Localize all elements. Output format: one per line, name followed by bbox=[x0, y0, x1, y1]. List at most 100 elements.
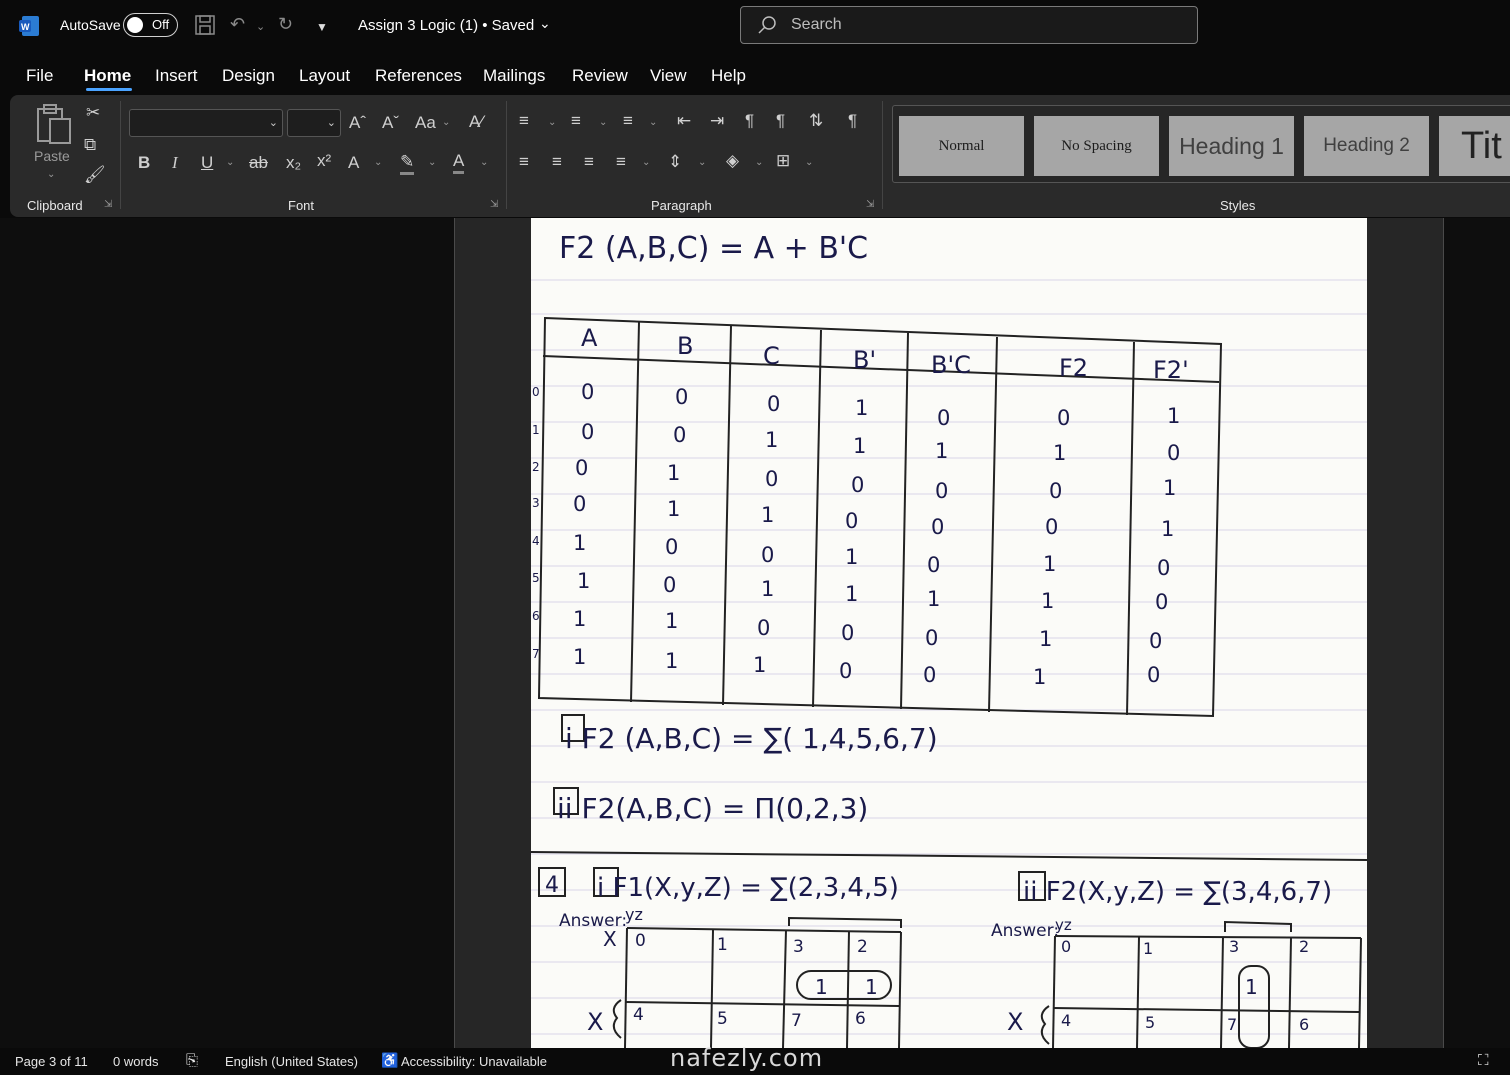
paragraph-launcher-icon[interactable]: ⇲ bbox=[866, 199, 874, 210]
cell: 1 bbox=[765, 428, 778, 452]
font-color-dropdown-icon[interactable]: ⌄ bbox=[480, 157, 488, 168]
text-effects-icon[interactable]: A bbox=[348, 153, 359, 173]
tab-references[interactable]: References bbox=[375, 66, 462, 86]
highlight-icon[interactable]: ✎ bbox=[400, 152, 415, 175]
show-formatting-icon[interactable]: ¶ bbox=[848, 111, 857, 131]
cell: 0 bbox=[581, 380, 594, 404]
clear-formatting-icon[interactable]: A⁄ bbox=[469, 112, 483, 132]
paste-label[interactable]: Paste bbox=[34, 148, 70, 164]
document-page[interactable]: F2 (A,B,C) = A + B'C A B C B' B'C F2 F2'… bbox=[531, 218, 1367, 1048]
word-count[interactable]: 0 words bbox=[113, 1054, 159, 1069]
kmap2-grid bbox=[1040, 920, 1362, 1048]
active-tab-indicator bbox=[86, 88, 132, 91]
copy-icon[interactable]: ⧉ bbox=[84, 135, 96, 155]
shading-dropdown-icon[interactable]: ⌄ bbox=[755, 157, 763, 168]
tab-help[interactable]: Help bbox=[711, 66, 746, 86]
underline-dropdown-icon[interactable]: ⌄ bbox=[226, 157, 234, 168]
search-box[interactable]: Search bbox=[740, 6, 1198, 44]
style-title-label: Tit bbox=[1461, 124, 1502, 167]
cell: 1 bbox=[665, 649, 678, 673]
tab-view[interactable]: View bbox=[650, 66, 687, 86]
numbering-dropdown-icon[interactable]: ⌄ bbox=[599, 117, 607, 128]
multilevel-list-icon[interactable]: ≡ bbox=[623, 111, 633, 131]
tab-home[interactable]: Home bbox=[84, 66, 131, 86]
save-icon[interactable] bbox=[194, 14, 216, 36]
focus-mode-icon[interactable]: ⛶ bbox=[1478, 1052, 1489, 1069]
paragraph-group-label: Paragraph bbox=[651, 198, 712, 213]
maxterm-expression: ii F2(A,B,C) = Π(0,2,3) bbox=[557, 792, 868, 825]
cell: 0 bbox=[1057, 406, 1070, 430]
autosave-toggle[interactable]: Off bbox=[123, 13, 178, 37]
sort-icon[interactable]: ⇅ bbox=[809, 111, 823, 131]
row-index: 4 bbox=[532, 534, 540, 548]
line-spacing-icon[interactable]: ⇕ bbox=[668, 152, 682, 172]
function-definition: F2 (A,B,C) = A + B'C bbox=[559, 231, 868, 266]
paste-icon[interactable] bbox=[34, 103, 72, 147]
justify-dropdown-icon[interactable]: ⌄ bbox=[642, 157, 650, 168]
cell: 0 bbox=[765, 467, 778, 491]
font-launcher-icon[interactable]: ⇲ bbox=[490, 199, 498, 210]
multilevel-dropdown-icon[interactable]: ⌄ bbox=[649, 117, 657, 128]
style-normal[interactable]: Normal bbox=[899, 116, 1024, 176]
tab-layout[interactable]: Layout bbox=[299, 66, 350, 86]
underline-icon[interactable]: U bbox=[201, 153, 213, 173]
shading-icon[interactable]: ◈ bbox=[726, 151, 739, 171]
tab-mailings[interactable]: Mailings bbox=[483, 66, 545, 86]
highlight-dropdown-icon[interactable]: ⌄ bbox=[428, 157, 436, 168]
page-indicator[interactable]: Page 3 of 11 bbox=[15, 1054, 88, 1069]
decrease-indent-icon[interactable]: ⇤ bbox=[677, 111, 691, 131]
bold-icon[interactable]: B bbox=[138, 153, 150, 173]
tab-file[interactable]: File bbox=[26, 66, 53, 86]
customize-toolbar-icon[interactable]: ▼ bbox=[316, 20, 328, 42]
font-color-icon[interactable]: A bbox=[453, 151, 465, 174]
title-chevron-down-icon[interactable]: ⌄ bbox=[539, 15, 551, 37]
justify-icon[interactable]: ≡ bbox=[616, 152, 626, 172]
text-effects-dropdown-icon[interactable]: ⌄ bbox=[374, 157, 382, 168]
increase-indent-icon[interactable]: ⇥ bbox=[710, 111, 724, 131]
accessibility-icon[interactable]: ♿ bbox=[381, 1052, 398, 1069]
undo-dropdown-icon[interactable]: ⌄ bbox=[256, 20, 265, 42]
line-spacing-dropdown-icon[interactable]: ⌄ bbox=[698, 157, 706, 168]
redo-icon[interactable]: ↻ bbox=[278, 14, 293, 36]
paste-dropdown-icon[interactable]: ⌄ bbox=[47, 169, 55, 180]
format-painter-icon[interactable]: 🖌 bbox=[84, 165, 106, 185]
clipboard-launcher-icon[interactable]: ⇲ bbox=[104, 199, 112, 210]
superscript-icon[interactable]: x² bbox=[317, 151, 331, 171]
grow-font-icon[interactable]: Aˆ bbox=[349, 113, 366, 133]
cell: 1 bbox=[753, 653, 766, 677]
cut-icon[interactable]: ✂ bbox=[86, 103, 100, 123]
style-title[interactable]: Tit bbox=[1439, 116, 1510, 176]
ltr-icon[interactable]: ¶ bbox=[745, 111, 754, 131]
bullets-dropdown-icon[interactable]: ⌄ bbox=[548, 117, 556, 128]
font-size-combobox[interactable]: ⌄ bbox=[287, 109, 341, 137]
document-title[interactable]: Assign 3 Logic (1) • Saved bbox=[358, 17, 534, 34]
bullets-icon[interactable]: ≡ bbox=[519, 111, 529, 131]
tab-design[interactable]: Design bbox=[222, 66, 275, 86]
italic-icon[interactable]: I bbox=[172, 153, 178, 173]
borders-icon[interactable]: ⊞ bbox=[776, 151, 790, 171]
style-no-spacing[interactable]: No Spacing bbox=[1034, 116, 1159, 176]
proofing-icon[interactable]: ⎘ bbox=[186, 1052, 198, 1069]
rtl-icon[interactable]: ¶ bbox=[776, 111, 785, 131]
header-f2-prime: F2' bbox=[1153, 356, 1189, 384]
numbering-icon[interactable]: ≡ bbox=[571, 111, 581, 131]
align-right-icon[interactable]: ≡ bbox=[584, 152, 594, 172]
font-name-combobox[interactable]: ⌄ bbox=[129, 109, 283, 137]
word-app-icon[interactable]: W bbox=[18, 15, 40, 37]
tab-insert[interactable]: Insert bbox=[155, 66, 198, 86]
tab-review[interactable]: Review bbox=[572, 66, 628, 86]
subscript-icon[interactable]: x₂ bbox=[286, 153, 301, 173]
autosave-label: AutoSave bbox=[60, 17, 121, 33]
language-indicator[interactable]: English (United States) bbox=[225, 1054, 358, 1069]
borders-dropdown-icon[interactable]: ⌄ bbox=[805, 157, 813, 168]
style-heading-2[interactable]: Heading 2 bbox=[1304, 116, 1429, 176]
align-center-icon[interactable]: ≡ bbox=[552, 152, 562, 172]
change-case-dropdown-icon[interactable]: ⌄ bbox=[442, 117, 450, 128]
align-left-icon[interactable]: ≡ bbox=[519, 152, 529, 172]
accessibility-status[interactable]: Accessibility: Unavailable bbox=[401, 1054, 547, 1069]
style-heading-1[interactable]: Heading 1 bbox=[1169, 116, 1294, 176]
change-case-icon[interactable]: Aa bbox=[415, 113, 436, 133]
strikethrough-icon[interactable]: ab bbox=[249, 153, 268, 173]
undo-icon[interactable]: ↶ bbox=[230, 14, 245, 36]
shrink-font-icon[interactable]: Aˇ bbox=[382, 113, 399, 133]
